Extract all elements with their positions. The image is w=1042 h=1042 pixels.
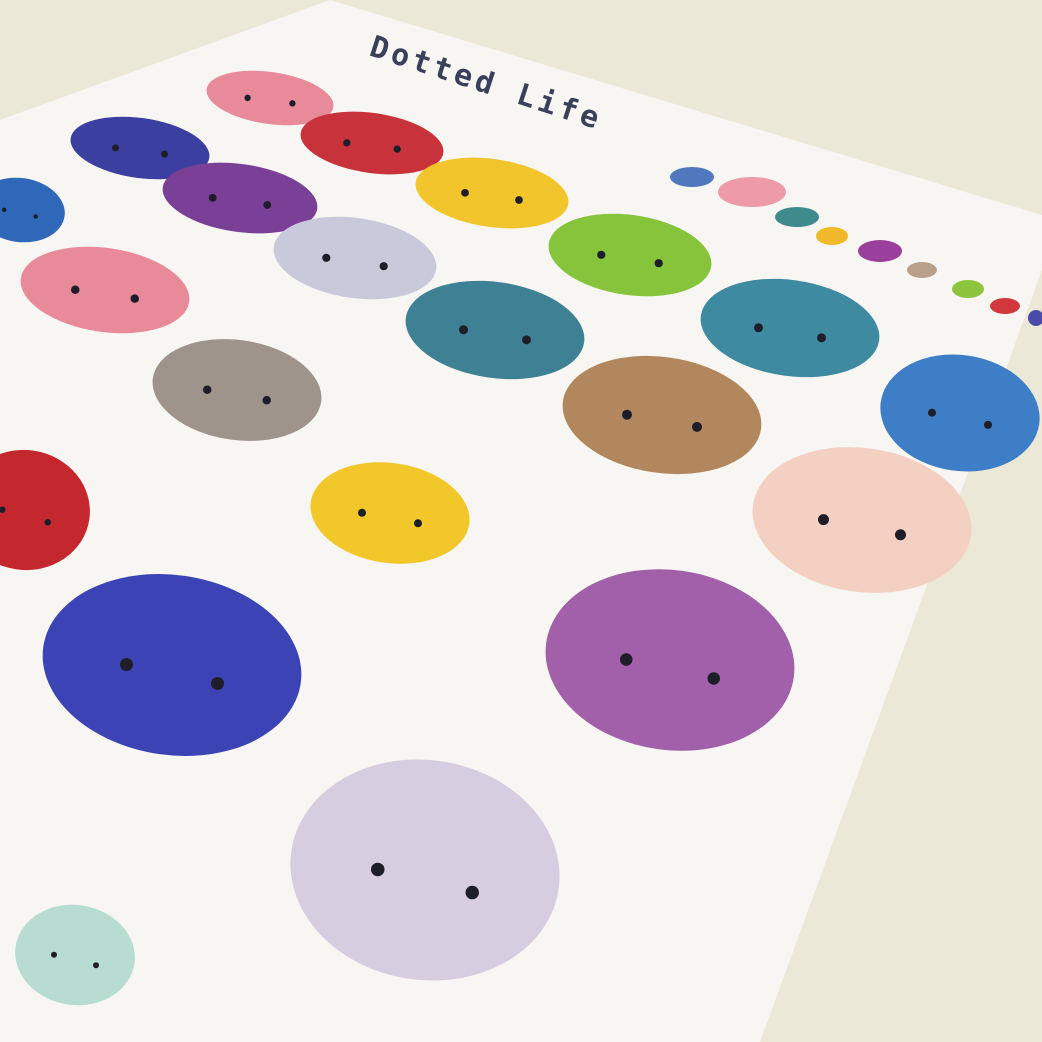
sticker-eye [692, 421, 702, 432]
mini-dot-sticker [718, 177, 786, 207]
sticker-eye [343, 139, 351, 147]
mini-dot-sticker [670, 167, 714, 187]
sticker-eye [358, 508, 366, 517]
sticker-eye [928, 408, 936, 417]
sticker-eye [414, 519, 422, 528]
sticker-eye [71, 285, 80, 295]
mini-dot-sticker [816, 227, 848, 245]
sticker-eye [51, 951, 57, 958]
sticker-eye [622, 409, 632, 420]
sticker-eye [120, 658, 133, 672]
sticker-sheet-photo: Dotted Life [0, 0, 1042, 1042]
sticker-eye [461, 188, 469, 197]
sticker-eye [895, 529, 906, 541]
sticker-eye [33, 214, 38, 219]
mini-dot-sticker [952, 280, 984, 298]
sticker-eye [817, 333, 826, 343]
sticker-eye [262, 396, 271, 405]
sticker-eye [322, 253, 331, 262]
sticker-eye [130, 294, 139, 303]
sticker-eye [289, 100, 296, 107]
sticker-eye [2, 207, 7, 213]
sticker-eye [620, 653, 633, 666]
sticker-eye [211, 676, 224, 690]
mini-dot-sticker [990, 298, 1020, 314]
sticker-eye [208, 193, 217, 202]
sticker-eye [44, 519, 51, 526]
sticker-eye [393, 145, 401, 153]
sticker-eye [112, 144, 119, 152]
sticker-eye [515, 196, 523, 204]
sticker-eye [597, 250, 606, 259]
sticker-eye [161, 150, 168, 158]
sticker-eye [984, 420, 992, 429]
sticker-eye [654, 259, 663, 268]
sticker-eye [465, 885, 479, 900]
mini-dot-sticker [858, 240, 902, 262]
sticker-eye [522, 335, 531, 345]
sticker-eye [93, 962, 99, 969]
sticker-eye [371, 862, 385, 877]
sticker-eye [379, 262, 388, 271]
sticker-eye [707, 672, 720, 685]
sticker-eye [263, 201, 272, 209]
sticker-eye [459, 325, 468, 335]
sticker-eye [203, 385, 212, 394]
sticker-eye [754, 323, 763, 333]
mini-dot-sticker [775, 207, 819, 227]
sticker-eye [818, 514, 829, 526]
sticker-eye [244, 94, 251, 102]
mini-dot-sticker [907, 262, 937, 278]
